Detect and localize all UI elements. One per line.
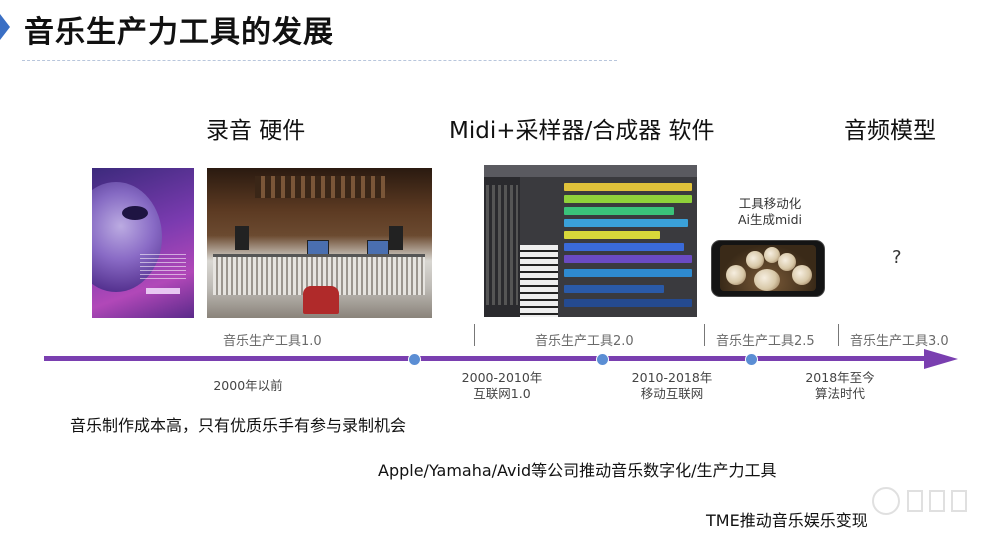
version-label-1-0: 音乐生产工具1.0 xyxy=(223,334,322,349)
heading-recording-hardware: 录音 硬件 xyxy=(206,118,306,144)
version-label-2-5: 音乐生产工具2.5 xyxy=(716,334,815,349)
mobile-tool-caption: 工具移动化 Ai生成midi xyxy=(720,196,820,228)
daw-software-screenshot xyxy=(484,165,697,317)
description-monetization: TME推动音乐娱乐变现 xyxy=(706,511,868,530)
version-separator xyxy=(704,324,705,346)
version-separator xyxy=(474,324,475,346)
page-title: 音乐生产力工具的发展 xyxy=(24,15,334,50)
version-label-3-0: 音乐生产工具3.0 xyxy=(850,334,949,349)
version-separator xyxy=(838,324,839,346)
timeline-dot xyxy=(408,353,421,366)
era-label-2000-2010: 2000-2010年 互联网1.0 xyxy=(452,370,552,402)
title-accent-icon xyxy=(0,14,10,40)
timeline-bar xyxy=(44,356,926,361)
era-years: 2000-2010年 xyxy=(461,370,543,385)
movie-poster-image xyxy=(92,168,194,318)
description-cost: 音乐制作成本高，只有优质乐手有参与录制机会 xyxy=(70,416,407,435)
era-label-pre-2000: 2000年以前 xyxy=(213,378,283,393)
recording-studio-image xyxy=(207,168,432,318)
timeline-dot xyxy=(596,353,609,366)
heading-audio-model: 音频模型 xyxy=(844,118,936,144)
mobile-caption-line2: Ai生成midi xyxy=(737,212,803,227)
era-label-2018-now: 2018年至今 算法时代 xyxy=(790,370,890,402)
era-label-2010-2018: 2010-2018年 移动互联网 xyxy=(622,370,722,402)
watermark-logo xyxy=(872,487,967,515)
mobile-drum-app-image xyxy=(711,240,825,297)
era-years: 2018年至今 xyxy=(805,370,875,385)
timeline-dot xyxy=(745,353,758,366)
era-years: 2010-2018年 xyxy=(631,370,713,385)
title-divider xyxy=(22,60,617,61)
era-name: 移动互联网 xyxy=(640,386,704,401)
timeline-arrow-icon xyxy=(924,349,958,369)
version-label-2-0: 音乐生产工具2.0 xyxy=(535,334,634,349)
mobile-caption-line1: 工具移动化 xyxy=(738,196,802,211)
description-digitization: Apple/Yamaha/Avid等公司推动音乐数字化/生产力工具 xyxy=(378,461,777,480)
era-name: 互联网1.0 xyxy=(473,386,531,401)
heading-midi-software: Midi+采样器/合成器 软件 xyxy=(449,118,715,144)
era-name: 算法时代 xyxy=(814,386,865,401)
question-mark: ? xyxy=(892,247,902,268)
